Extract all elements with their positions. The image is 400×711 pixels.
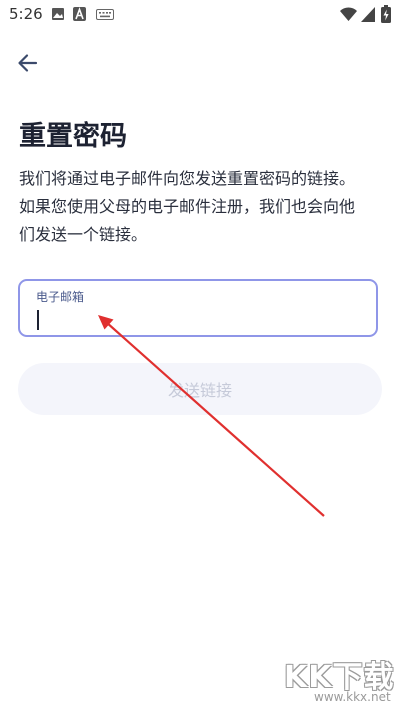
watermark: KK下载 www.kkx.net — [284, 652, 396, 708]
annotation-arrow — [98, 315, 325, 517]
watermark-url: www.kkx.net — [314, 690, 391, 704]
